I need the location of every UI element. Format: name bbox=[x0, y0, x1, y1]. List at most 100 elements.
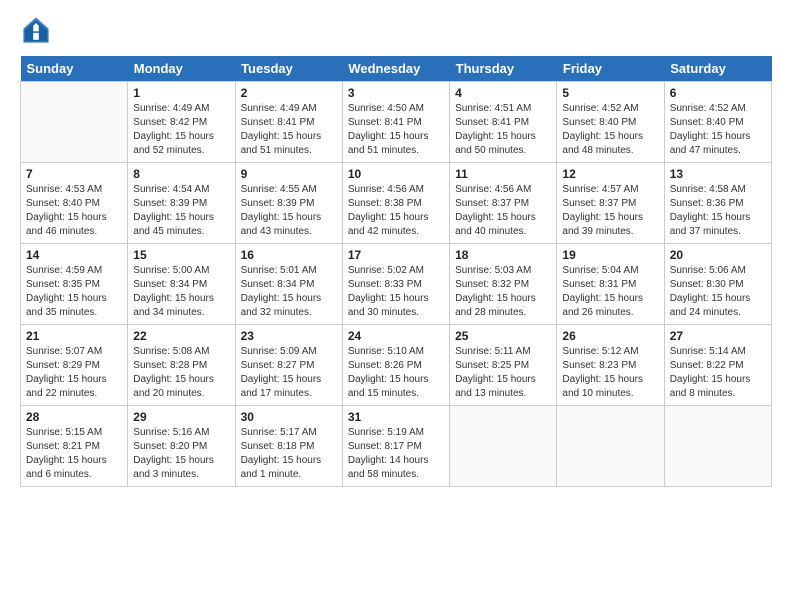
day-info: Sunrise: 5:08 AMSunset: 8:28 PMDaylight:… bbox=[133, 345, 229, 401]
table-row: 30Sunrise: 5:17 AMSunset: 8:18 PMDayligh… bbox=[235, 406, 342, 487]
table-row: 28Sunrise: 5:15 AMSunset: 8:21 PMDayligh… bbox=[21, 406, 128, 487]
day-number: 2 bbox=[241, 86, 337, 100]
table-row: 7 Sunrise: 4:53 AMSunset: 8:40 PMDaylight… bbox=[21, 163, 128, 244]
calendar-week-5: 28Sunrise: 5:15 AMSunset: 8:21 PMDayligh… bbox=[21, 406, 772, 487]
day-number: 1 bbox=[133, 86, 229, 100]
table-row: 13 Sunrise: 4:58 AMSunset: 8:36 PMDayligh… bbox=[664, 163, 771, 244]
logo-icon bbox=[22, 16, 50, 44]
table-row: 19 Sunrise: 5:04 AMSunset: 8:31 PMDayligh… bbox=[557, 244, 664, 325]
day-info: Sunrise: 5:19 AMSunset: 8:17 PMDaylight:… bbox=[348, 426, 444, 482]
day-info: Sunrise: 4:55 AMSunset: 8:39 PMDaylight:… bbox=[241, 183, 337, 239]
day-number: 7 bbox=[26, 167, 122, 181]
table-row: 15 Sunrise: 5:00 AMSunset: 8:34 PMDayligh… bbox=[128, 244, 235, 325]
day-number: 5 bbox=[562, 86, 658, 100]
table-row: 3 Sunrise: 4:50 AMSunset: 8:41 PMDaylight… bbox=[342, 82, 449, 163]
day-number: 15 bbox=[133, 248, 229, 262]
table-row: 2 Sunrise: 4:49 AMSunset: 8:41 PMDaylight… bbox=[235, 82, 342, 163]
table-row: 24 Sunrise: 5:10 AMSunset: 8:26 PMDayligh… bbox=[342, 325, 449, 406]
day-info: Sunrise: 4:51 AMSunset: 8:41 PMDaylight:… bbox=[455, 102, 551, 158]
day-info: Sunrise: 4:49 AMSunset: 8:42 PMDaylight:… bbox=[133, 102, 229, 158]
table-row: 4Sunrise: 4:51 AMSunset: 8:41 PMDaylight… bbox=[450, 82, 557, 163]
logo bbox=[20, 16, 54, 44]
table-row: 26 Sunrise: 5:12 AMSunset: 8:23 PMDayligh… bbox=[557, 325, 664, 406]
table-row: 10 Sunrise: 4:56 AMSunset: 8:38 PMDayligh… bbox=[342, 163, 449, 244]
table-row: 31 Sunrise: 5:19 AMSunset: 8:17 PMDayligh… bbox=[342, 406, 449, 487]
table-row: 5 Sunrise: 4:52 AMSunset: 8:40 PMDaylight… bbox=[557, 82, 664, 163]
col-saturday: Saturday bbox=[664, 56, 771, 82]
day-info: Sunrise: 4:56 AMSunset: 8:37 PMDaylight:… bbox=[455, 183, 551, 239]
day-info: Sunrise: 5:16 AMSunset: 8:20 PMDaylight:… bbox=[133, 426, 229, 482]
table-row: 21 Sunrise: 5:07 AMSunset: 8:29 PMDayligh… bbox=[21, 325, 128, 406]
calendar-week-2: 7 Sunrise: 4:53 AMSunset: 8:40 PMDaylight… bbox=[21, 163, 772, 244]
day-info: Sunrise: 5:12 AMSunset: 8:23 PMDaylight:… bbox=[562, 345, 658, 401]
day-info: Sunrise: 4:58 AMSunset: 8:36 PMDaylight:… bbox=[670, 183, 766, 239]
day-info: Sunrise: 4:53 AMSunset: 8:40 PMDaylight:… bbox=[26, 183, 122, 239]
day-info: Sunrise: 5:10 AMSunset: 8:26 PMDaylight:… bbox=[348, 345, 444, 401]
day-info: Sunrise: 4:54 AMSunset: 8:39 PMDaylight:… bbox=[133, 183, 229, 239]
table-row: 16 Sunrise: 5:01 AMSunset: 8:34 PMDayligh… bbox=[235, 244, 342, 325]
day-number: 26 bbox=[562, 329, 658, 343]
day-number: 13 bbox=[670, 167, 766, 181]
day-number: 17 bbox=[348, 248, 444, 262]
day-info: Sunrise: 4:56 AMSunset: 8:38 PMDaylight:… bbox=[348, 183, 444, 239]
col-friday: Friday bbox=[557, 56, 664, 82]
day-number: 8 bbox=[133, 167, 229, 181]
table-row bbox=[557, 406, 664, 487]
day-number: 30 bbox=[241, 410, 337, 424]
day-number: 21 bbox=[26, 329, 122, 343]
day-number: 27 bbox=[670, 329, 766, 343]
day-info: Sunrise: 5:01 AMSunset: 8:34 PMDaylight:… bbox=[241, 264, 337, 320]
table-row bbox=[21, 82, 128, 163]
calendar-table: Sunday Monday Tuesday Wednesday Thursday… bbox=[20, 56, 772, 487]
table-row: 18Sunrise: 5:03 AMSunset: 8:32 PMDayligh… bbox=[450, 244, 557, 325]
day-number: 10 bbox=[348, 167, 444, 181]
calendar-page: Sunday Monday Tuesday Wednesday Thursday… bbox=[0, 0, 792, 612]
day-info: Sunrise: 4:52 AMSunset: 8:40 PMDaylight:… bbox=[670, 102, 766, 158]
day-info: Sunrise: 5:11 AMSunset: 8:25 PMDaylight:… bbox=[455, 345, 551, 401]
day-number: 12 bbox=[562, 167, 658, 181]
table-row: 17 Sunrise: 5:02 AMSunset: 8:33 PMDayligh… bbox=[342, 244, 449, 325]
day-info: Sunrise: 5:00 AMSunset: 8:34 PMDaylight:… bbox=[133, 264, 229, 320]
day-info: Sunrise: 4:59 AMSunset: 8:35 PMDaylight:… bbox=[26, 264, 122, 320]
day-info: Sunrise: 5:07 AMSunset: 8:29 PMDaylight:… bbox=[26, 345, 122, 401]
day-number: 31 bbox=[348, 410, 444, 424]
calendar-week-3: 14 Sunrise: 4:59 AMSunset: 8:35 PMDayligh… bbox=[21, 244, 772, 325]
col-sunday: Sunday bbox=[21, 56, 128, 82]
day-info: Sunrise: 4:52 AMSunset: 8:40 PMDaylight:… bbox=[562, 102, 658, 158]
day-info: Sunrise: 5:15 AMSunset: 8:21 PMDaylight:… bbox=[26, 426, 122, 482]
day-number: 18 bbox=[455, 248, 551, 262]
table-row: 14 Sunrise: 4:59 AMSunset: 8:35 PMDayligh… bbox=[21, 244, 128, 325]
day-number: 11 bbox=[455, 167, 551, 181]
day-info: Sunrise: 5:09 AMSunset: 8:27 PMDaylight:… bbox=[241, 345, 337, 401]
page-header bbox=[20, 16, 772, 44]
col-thursday: Thursday bbox=[450, 56, 557, 82]
col-monday: Monday bbox=[128, 56, 235, 82]
calendar-week-4: 21 Sunrise: 5:07 AMSunset: 8:29 PMDayligh… bbox=[21, 325, 772, 406]
table-row: 8 Sunrise: 4:54 AMSunset: 8:39 PMDaylight… bbox=[128, 163, 235, 244]
table-row: 27Sunrise: 5:14 AMSunset: 8:22 PMDayligh… bbox=[664, 325, 771, 406]
day-info: Sunrise: 4:50 AMSunset: 8:41 PMDaylight:… bbox=[348, 102, 444, 158]
table-row: 1 Sunrise: 4:49 AMSunset: 8:42 PMDaylight… bbox=[128, 82, 235, 163]
day-number: 3 bbox=[348, 86, 444, 100]
day-number: 16 bbox=[241, 248, 337, 262]
table-row: 11 Sunrise: 4:56 AMSunset: 8:37 PMDayligh… bbox=[450, 163, 557, 244]
calendar-header-row: Sunday Monday Tuesday Wednesday Thursday… bbox=[21, 56, 772, 82]
day-number: 24 bbox=[348, 329, 444, 343]
day-info: Sunrise: 4:49 AMSunset: 8:41 PMDaylight:… bbox=[241, 102, 337, 158]
day-number: 14 bbox=[26, 248, 122, 262]
day-number: 19 bbox=[562, 248, 658, 262]
table-row bbox=[664, 406, 771, 487]
table-row: 20Sunrise: 5:06 AMSunset: 8:30 PMDayligh… bbox=[664, 244, 771, 325]
table-row: 29Sunrise: 5:16 AMSunset: 8:20 PMDayligh… bbox=[128, 406, 235, 487]
day-info: Sunrise: 5:02 AMSunset: 8:33 PMDaylight:… bbox=[348, 264, 444, 320]
day-number: 22 bbox=[133, 329, 229, 343]
col-tuesday: Tuesday bbox=[235, 56, 342, 82]
table-row: 22 Sunrise: 5:08 AMSunset: 8:28 PMDayligh… bbox=[128, 325, 235, 406]
table-row: 9 Sunrise: 4:55 AMSunset: 8:39 PMDaylight… bbox=[235, 163, 342, 244]
table-row: 6Sunrise: 4:52 AMSunset: 8:40 PMDaylight… bbox=[664, 82, 771, 163]
table-row: 25Sunrise: 5:11 AMSunset: 8:25 PMDayligh… bbox=[450, 325, 557, 406]
table-row: 12Sunrise: 4:57 AMSunset: 8:37 PMDayligh… bbox=[557, 163, 664, 244]
day-info: Sunrise: 5:04 AMSunset: 8:31 PMDaylight:… bbox=[562, 264, 658, 320]
day-number: 9 bbox=[241, 167, 337, 181]
day-info: Sunrise: 5:06 AMSunset: 8:30 PMDaylight:… bbox=[670, 264, 766, 320]
